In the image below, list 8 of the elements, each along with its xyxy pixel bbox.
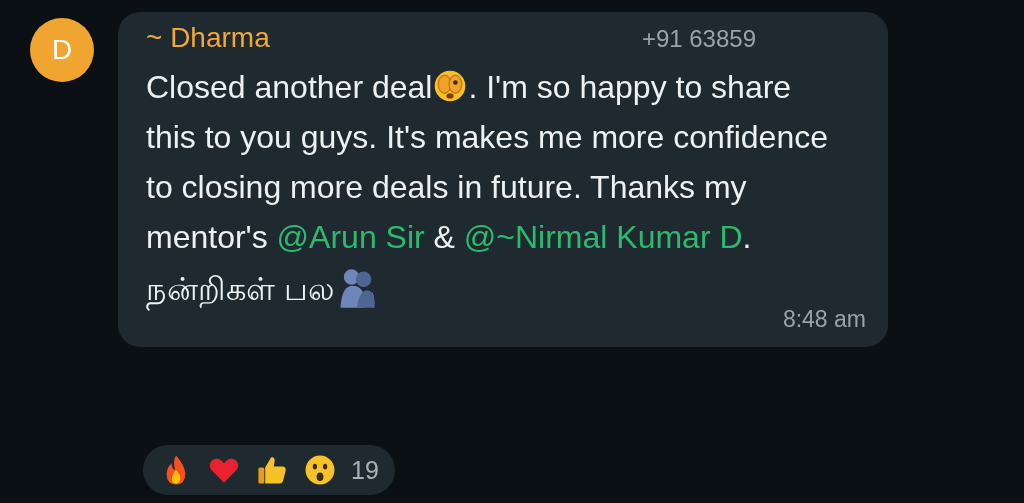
mention-link[interactable]: @~Nirmal Kumar D — [463, 219, 743, 255]
phone-number: +91 63859 — [641, 25, 756, 53]
mention-link[interactable]: @Arun Sir — [276, 219, 425, 255]
surprised-face-icon — [303, 453, 337, 487]
message-text: Closed another deal . I'm so happy to share this to you guys. It's makes me more confidence to closing more deals in future. Thanks my mentor's @Arun Sir & @~Nirmal Kumar D. — [146, 67, 829, 257]
reactions-pill[interactable]: 19 — [140, 442, 398, 498]
sender-name[interactable]: ~ Dharma — [146, 22, 270, 54]
reaction-count: 19 — [351, 455, 379, 485]
